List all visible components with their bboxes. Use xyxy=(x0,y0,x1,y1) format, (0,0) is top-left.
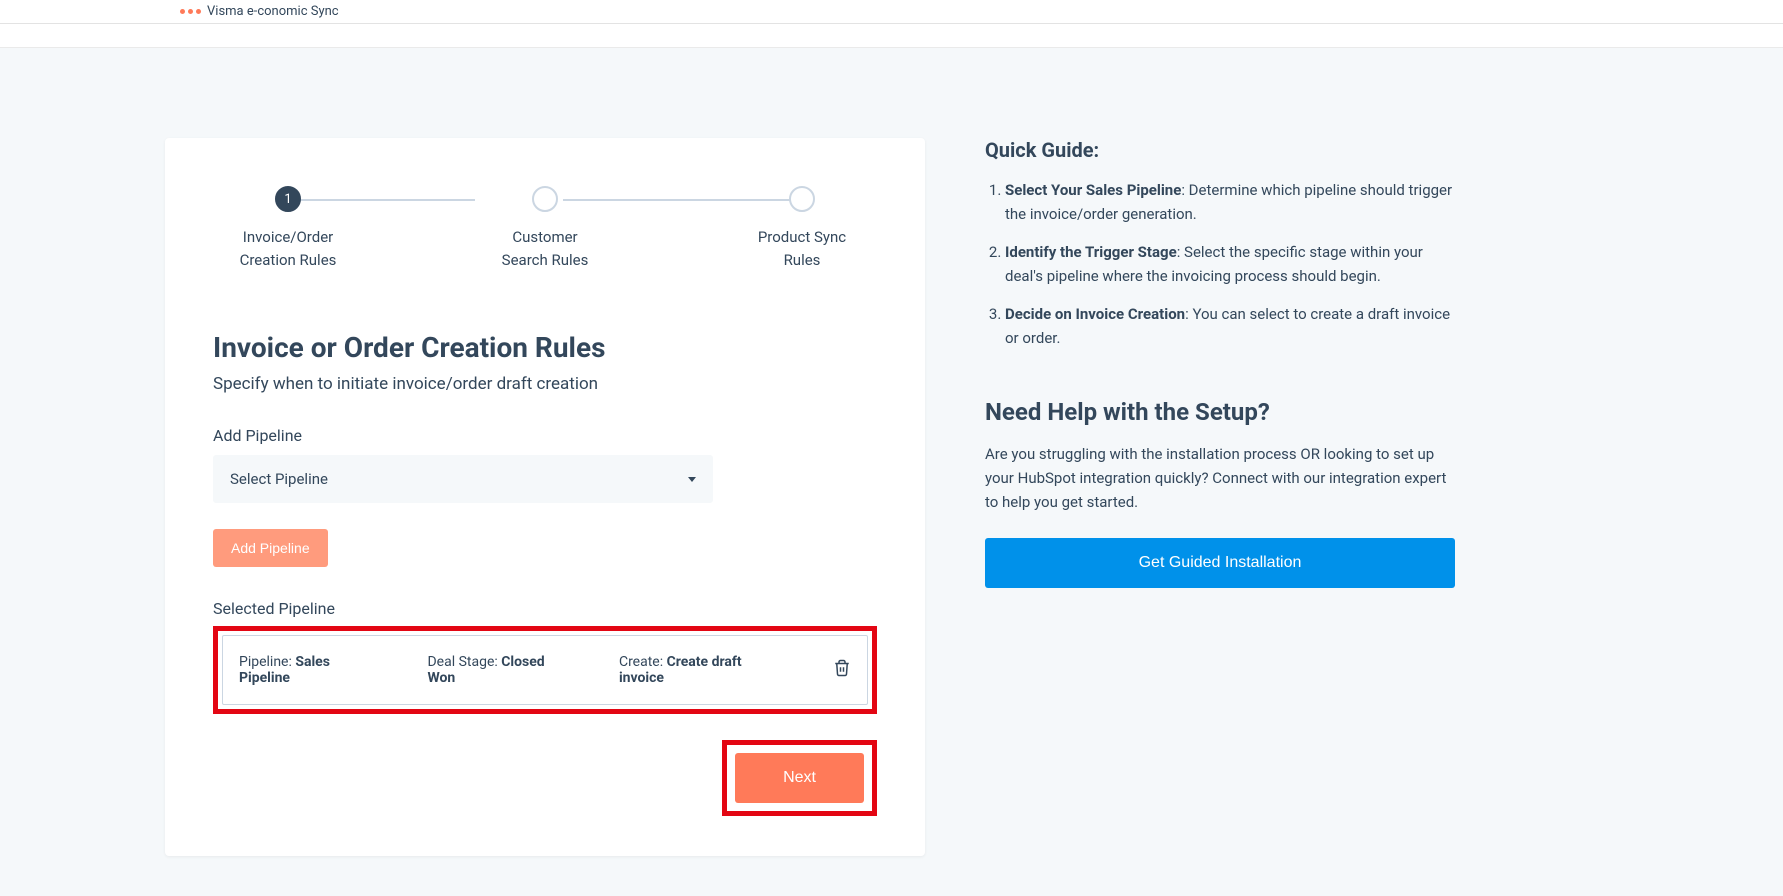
select-placeholder: Select Pipeline xyxy=(230,470,328,488)
main-card: 1 Invoice/Order Creation Rules Customer … xyxy=(165,138,925,856)
step-circle xyxy=(789,186,815,212)
guide-item: Decide on Invoice Creation: You can sele… xyxy=(1005,302,1455,350)
logo-icon xyxy=(180,9,201,14)
pipeline-select[interactable]: Select Pipeline xyxy=(213,455,713,503)
page-title: Invoice or Order Creation Rules xyxy=(213,331,877,364)
step-label: Invoice/Order Creation Rules xyxy=(240,226,337,271)
guide-item: Select Your Sales Pipeline: Determine wh… xyxy=(1005,178,1455,226)
step-invoice-order[interactable]: 1 Invoice/Order Creation Rules xyxy=(223,186,353,271)
pipeline-cell: Pipeline: Sales Pipeline xyxy=(239,654,383,686)
stepper: 1 Invoice/Order Creation Rules Customer … xyxy=(213,186,877,271)
add-pipeline-button[interactable]: Add Pipeline xyxy=(213,529,328,567)
quick-guide-list: Select Your Sales Pipeline: Determine wh… xyxy=(985,178,1455,350)
page-subtitle: Specify when to initiate invoice/order d… xyxy=(213,374,877,394)
trash-icon[interactable] xyxy=(833,659,851,681)
selected-pipeline-label: Selected Pipeline xyxy=(213,599,877,618)
help-title: Need Help with the Setup? xyxy=(985,398,1455,426)
sidebar: Quick Guide: Select Your Sales Pipeline:… xyxy=(985,138,1455,588)
next-button[interactable]: Next xyxy=(735,753,864,803)
help-text: Are you struggling with the installation… xyxy=(985,442,1455,514)
app-header: Visma e-conomic Sync xyxy=(0,0,1783,24)
step-label: Customer Search Rules xyxy=(502,226,589,271)
app-title: Visma e-conomic Sync xyxy=(207,4,339,19)
step-circle xyxy=(532,186,558,212)
deal-stage-cell: Deal Stage: Closed Won xyxy=(427,654,574,686)
step-label: Product Sync Rules xyxy=(758,226,846,271)
add-pipeline-label: Add Pipeline xyxy=(213,426,877,445)
next-button-highlight: Next xyxy=(722,740,877,816)
step-circle: 1 xyxy=(275,186,301,212)
chevron-down-icon xyxy=(688,477,696,482)
get-guided-installation-button[interactable]: Get Guided Installation xyxy=(985,538,1455,588)
guide-item: Identify the Trigger Stage: Select the s… xyxy=(1005,240,1455,288)
quick-guide-title: Quick Guide: xyxy=(985,138,1455,162)
step-product-sync[interactable]: Product Sync Rules xyxy=(737,186,867,271)
create-cell: Create: Create draft invoice xyxy=(619,654,789,686)
step-number: 1 xyxy=(284,192,291,207)
selected-pipeline-highlight: Pipeline: Sales Pipeline Deal Stage: Clo… xyxy=(213,626,877,714)
pipeline-row: Pipeline: Sales Pipeline Deal Stage: Clo… xyxy=(222,635,868,705)
sub-header xyxy=(0,24,1783,48)
step-customer-search[interactable]: Customer Search Rules xyxy=(480,186,610,271)
